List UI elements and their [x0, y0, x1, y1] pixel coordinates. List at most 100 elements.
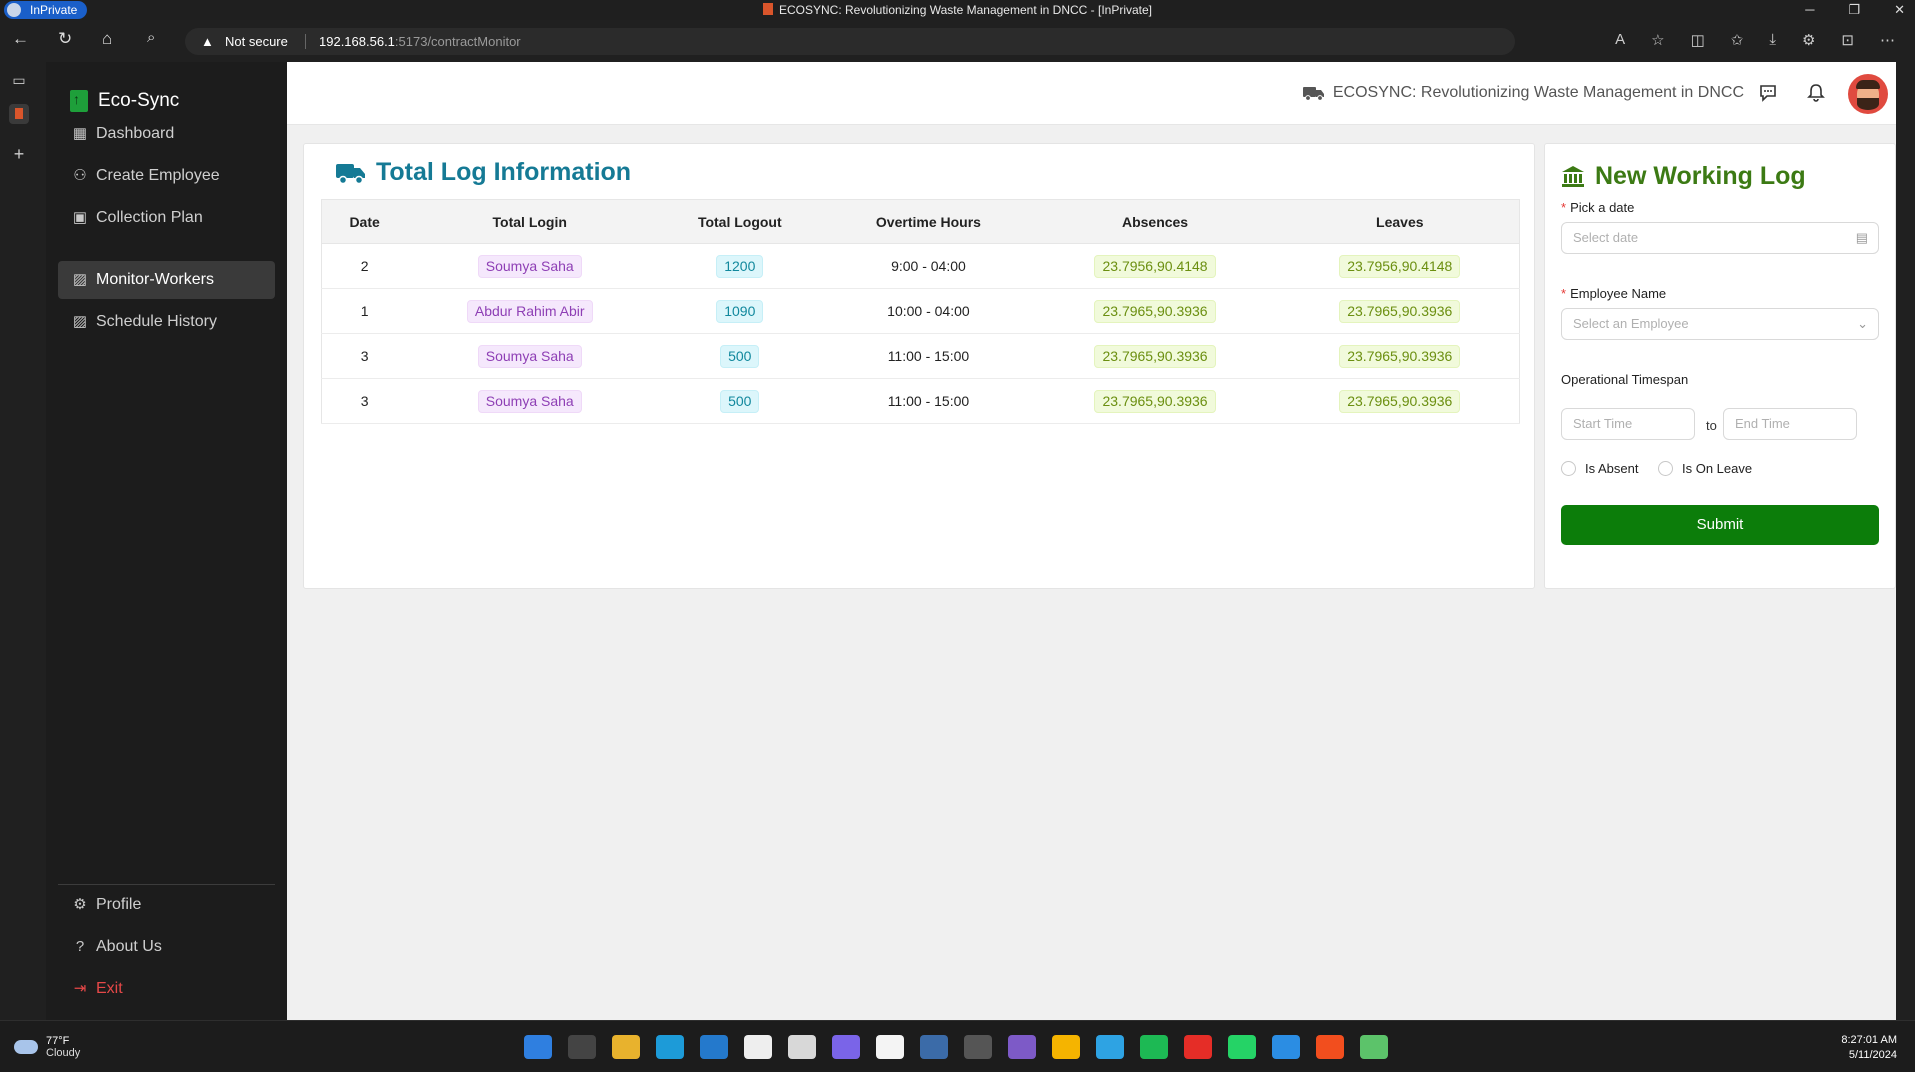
- favorite-star-icon[interactable]: ☆: [1651, 31, 1664, 49]
- column-header-total-logout: Total Logout: [652, 199, 828, 244]
- truck-icon: [1302, 87, 1324, 101]
- close-icon[interactable]: ✕: [1894, 2, 1905, 18]
- logout-tag: 500: [720, 344, 760, 368]
- header-title-text: ECOSYNC: Revolutionizing Waste Managemen…: [1332, 84, 1744, 101]
- start-menu-icon[interactable]: [524, 1035, 552, 1059]
- sidebar-item-label: Schedule History: [96, 313, 217, 330]
- terminal-icon[interactable]: [964, 1035, 992, 1059]
- spotify-icon[interactable]: [1140, 1035, 1168, 1059]
- user-avatar[interactable]: [1848, 74, 1888, 114]
- schedule-icon: ▨: [72, 313, 88, 330]
- app-icon[interactable]: [1360, 1035, 1388, 1059]
- vscode-icon[interactable]: [700, 1035, 728, 1059]
- sidebar-item-about-us[interactable]: ? About Us: [58, 928, 275, 966]
- github-icon[interactable]: [744, 1035, 772, 1059]
- app-header: ECOSYNC: Revolutionizing Waste Managemen…: [287, 62, 1896, 125]
- employee-select[interactable]: Select an Employee ⌄: [1561, 308, 1879, 340]
- sidebar-item-exit[interactable]: ⇥ Exit: [58, 970, 275, 1008]
- employee-placeholder: Select an Employee: [1573, 316, 1689, 331]
- start-time-input[interactable]: Start Time: [1561, 408, 1695, 440]
- new-tab-icon[interactable]: +: [9, 144, 29, 164]
- main-content: ECOSYNC: Revolutionizing Waste Managemen…: [287, 62, 1896, 1020]
- sidebar-item-schedule-history[interactable]: ▨ Schedule History: [58, 303, 275, 341]
- table-header-row: Date Total Login Total Logout Overtime H…: [321, 199, 1520, 244]
- login-tag: Abdur Rahim Abir: [466, 299, 593, 323]
- address-bar[interactable]: ▲ Not secure 192.168.56.1:5173/contractM…: [185, 28, 1515, 55]
- submit-button[interactable]: Submit: [1561, 505, 1879, 545]
- file-explorer-icon[interactable]: [612, 1035, 640, 1059]
- cell-leaves: 23.7956,90.4148: [1280, 243, 1520, 289]
- url-text[interactable]: 192.168.56.1:5173/contractMonitor: [319, 28, 521, 55]
- restore-icon[interactable]: ❐: [1848, 2, 1860, 18]
- brand[interactable]: Eco-Sync: [70, 90, 179, 112]
- home-icon[interactable]: ⌂: [102, 29, 112, 49]
- edge-browser-icon[interactable]: [656, 1035, 684, 1059]
- header-actions: [1758, 83, 1826, 103]
- sidebar-item-collection-plan[interactable]: ▣ Collection Plan: [58, 199, 275, 237]
- cloud-icon: [14, 1040, 38, 1054]
- date-picker-input[interactable]: Select date ▤: [1561, 222, 1879, 254]
- gear-icon: ⚙: [73, 896, 87, 913]
- bell-icon[interactable]: [1806, 83, 1826, 103]
- back-icon[interactable]: ←: [12, 29, 29, 49]
- radio-circle[interactable]: [1658, 461, 1673, 476]
- security-label[interactable]: Not secure: [225, 28, 288, 55]
- leaves-tag: 23.7965,90.3936: [1339, 344, 1461, 368]
- active-tab[interactable]: [9, 104, 29, 124]
- table-row: 2 Soumya Saha 1200 9:00 - 04:00 23.7956,…: [321, 243, 1520, 289]
- pdf-app-icon[interactable]: [876, 1035, 904, 1059]
- chatgpt-icon[interactable]: [788, 1035, 816, 1059]
- refresh-icon[interactable]: ↻: [58, 29, 72, 49]
- split-screen-icon[interactable]: ◫: [1691, 31, 1705, 49]
- youtube-icon[interactable]: [1184, 1035, 1212, 1059]
- weather-widget[interactable]: 77°F Cloudy: [14, 1035, 80, 1059]
- is-on-leave-radio[interactable]: Is On Leave: [1658, 461, 1752, 476]
- system-clock[interactable]: 8:27:01 AM 5/11/2024: [1841, 1033, 1897, 1063]
- cell-login: Abdur Rahim Abir: [407, 288, 653, 334]
- keep-notes-icon[interactable]: [1052, 1035, 1080, 1059]
- minimize-icon[interactable]: ─: [1805, 2, 1814, 18]
- extension-icon[interactable]: ⚙: [1802, 31, 1815, 49]
- copilot-icon[interactable]: [832, 1035, 860, 1059]
- calendar-icon: ▤: [1855, 230, 1868, 245]
- search-taskbar-icon[interactable]: [568, 1035, 596, 1059]
- chat-icon[interactable]: [1758, 83, 1778, 103]
- sidebar-item-label: Monitor-Workers: [96, 271, 214, 288]
- figma-icon[interactable]: [1316, 1035, 1344, 1059]
- download-icon[interactable]: ⤓: [1769, 31, 1776, 49]
- cell-overtime: 11:00 - 15:00: [827, 378, 1030, 424]
- taskbar-apps: [524, 1035, 1388, 1059]
- bank-icon: [1562, 165, 1584, 187]
- cell-logout: 500: [652, 333, 828, 379]
- new-working-log-title: New Working Log: [1561, 162, 1806, 191]
- sidebar-item-label: Create Employee: [96, 167, 220, 184]
- todo-icon[interactable]: [1272, 1035, 1300, 1059]
- sidebar-item-dashboard[interactable]: ▦ Dashboard: [58, 115, 275, 153]
- favorites-icon[interactable]: ✩: [1731, 31, 1744, 49]
- is-absent-radio[interactable]: Is Absent: [1561, 461, 1638, 476]
- table-row: 1 Abdur Rahim Abir 1090 10:00 - 04:00 23…: [321, 288, 1520, 334]
- whatsapp-icon[interactable]: [1228, 1035, 1256, 1059]
- sidebar-item-label: Dashboard: [96, 125, 175, 142]
- sidebar-item-create-employee[interactable]: ⚇ Create Employee: [58, 157, 275, 195]
- sidebar-item-profile[interactable]: ⚙ Profile: [58, 886, 275, 924]
- sidebar-item-label: About Us: [96, 938, 162, 955]
- tab-actions-icon[interactable]: ▭: [9, 70, 29, 90]
- monitor-icon: ▨: [72, 271, 88, 288]
- employee-label: * Employee Name: [1561, 286, 1666, 301]
- table-row: 3 Soumya Saha 500 11:00 - 15:00 23.7965,…: [321, 333, 1520, 379]
- radio-circle[interactable]: [1561, 461, 1576, 476]
- more-icon[interactable]: ⋯: [1880, 31, 1895, 49]
- site-favicon-icon: [762, 3, 773, 15]
- screenshot-icon[interactable]: ⊡: [1841, 31, 1854, 49]
- k-app-icon[interactable]: [920, 1035, 948, 1059]
- end-time-input[interactable]: End Time: [1723, 408, 1857, 440]
- read-aloud-icon[interactable]: A: [1615, 31, 1625, 49]
- github-desktop-icon[interactable]: [1008, 1035, 1036, 1059]
- cell-logout: 1200: [652, 243, 828, 289]
- notepad-icon[interactable]: [1096, 1035, 1124, 1059]
- sidebar-item-monitor-workers[interactable]: ▨ Monitor-Workers: [58, 261, 275, 299]
- is-absent-label: Is Absent: [1585, 461, 1639, 476]
- search-icon[interactable]: ⌕: [147, 29, 155, 46]
- cell-leaves: 23.7965,90.3936: [1280, 288, 1520, 334]
